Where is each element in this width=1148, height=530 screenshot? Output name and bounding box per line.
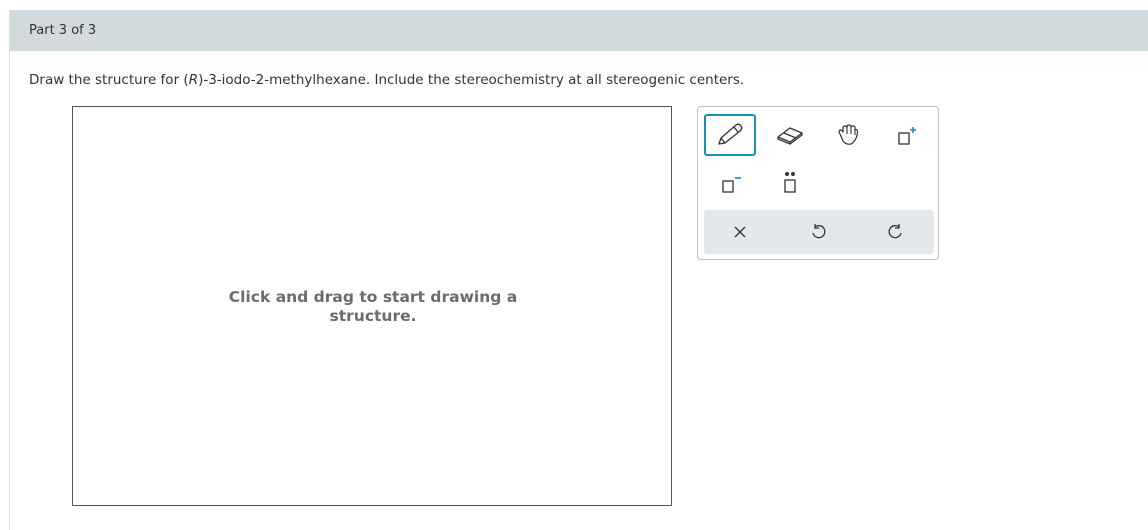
square-minus-icon <box>717 172 743 196</box>
question-text: Draw the structure for (R)-3-iodo-2-meth… <box>29 72 744 88</box>
drawing-canvas[interactable]: Click and drag to start drawing a struct… <box>72 106 672 506</box>
square-plus-icon <box>894 123 920 147</box>
positive-charge-tool-button[interactable] <box>881 114 933 156</box>
square-dots-icon <box>777 170 803 198</box>
clear-button[interactable] <box>714 210 766 254</box>
eraser-icon <box>775 124 805 146</box>
undo-button[interactable] <box>792 210 844 254</box>
part-header: Part 3 of 3 <box>10 10 1148 51</box>
question-stereo-descriptor: R <box>188 72 199 88</box>
canvas-hint: Click and drag to start drawing a struct… <box>213 288 533 326</box>
move-tool-button[interactable] <box>822 114 874 156</box>
canvas-hint-line-2: structure. <box>329 307 417 325</box>
pencil-icon <box>715 122 745 148</box>
negative-charge-tool-button[interactable] <box>704 163 756 205</box>
close-icon <box>732 224 748 240</box>
lone-pair-tool-button[interactable] <box>764 163 816 205</box>
hand-icon <box>834 122 862 148</box>
question-prefix: Draw the structure for ( <box>29 72 189 88</box>
tool-palette <box>697 106 939 260</box>
part-label: Part 3 of 3 <box>29 23 97 38</box>
eraser-tool-button[interactable] <box>764 114 816 156</box>
action-bar <box>704 210 934 254</box>
canvas-hint-line-1: Click and drag to start drawing a <box>228 288 518 306</box>
question-suffix: )-3-iodo-2-methylhexane. Include the ste… <box>198 72 745 88</box>
redo-icon <box>887 223 905 241</box>
pencil-tool-button[interactable] <box>704 114 756 156</box>
undo-icon <box>809 223 827 241</box>
redo-button[interactable] <box>870 210 922 254</box>
